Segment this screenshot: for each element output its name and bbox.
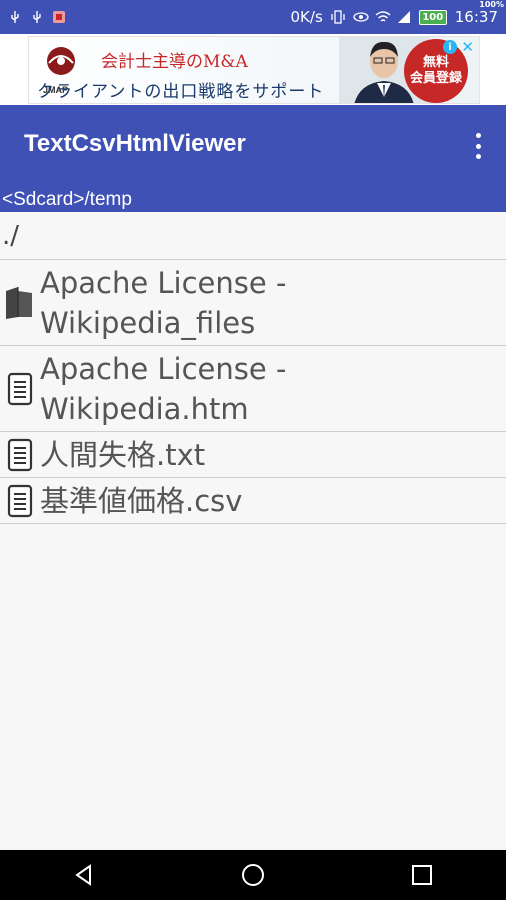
signal-icon xyxy=(397,10,411,24)
file-name-line1: Apache License - xyxy=(40,351,287,386)
status-time: 16:37 xyxy=(454,8,498,26)
app-notification-icon xyxy=(52,10,66,24)
file-row[interactable]: Apache License - Wikipedia_files xyxy=(0,260,506,346)
file-name-line2: Wikipedia.htm xyxy=(40,391,249,426)
system-navigation-bar xyxy=(0,850,506,900)
status-left-icons xyxy=(8,10,66,24)
usb-icon-2 xyxy=(30,10,44,24)
file-row[interactable]: 基準値価格.csv xyxy=(0,478,506,524)
app-toolbar: TextCsvHtmlViewer xyxy=(0,105,506,187)
vibrate-icon xyxy=(331,10,345,24)
document-icon xyxy=(0,481,40,521)
ad-close-icon[interactable]: ✕ xyxy=(461,38,474,56)
ad-badge-line1: 無料 xyxy=(422,55,449,70)
file-list: ./ Apache License - Wikipedia_files Apac… xyxy=(0,212,506,524)
app-title: TextCsvHtmlViewer xyxy=(24,130,246,157)
current-path: <Sdcard>/temp xyxy=(0,187,506,212)
recents-icon[interactable] xyxy=(402,855,442,895)
wifi-icon xyxy=(375,10,391,24)
ad-area: JMAP 会計士主導のM&A クライアントの出口戦略をサポート 無料 会員登録 … xyxy=(0,34,506,105)
battery-icon: 100 xyxy=(418,9,447,25)
home-icon[interactable] xyxy=(233,855,273,895)
file-name: 基準値価格.csv xyxy=(40,483,243,518)
parent-directory-label: ./ xyxy=(2,220,20,251)
folder-icon xyxy=(0,283,40,323)
file-name-line1: Apache License - xyxy=(40,265,287,300)
file-row[interactable]: Apache License - Wikipedia.htm xyxy=(0,346,506,432)
file-name-line2: Wikipedia_files xyxy=(40,305,256,340)
file-name: Apache License - Wikipedia_files xyxy=(40,263,286,343)
ad-subline: クライアントの出口戦略をサポート xyxy=(37,82,325,102)
status-right-icons: 0K/s 100 16:37 xyxy=(291,8,498,26)
file-name: 人間失格.txt xyxy=(40,437,206,472)
eye-icon xyxy=(353,10,369,24)
back-icon[interactable] xyxy=(64,855,104,895)
network-speed: 0K/s xyxy=(290,8,323,26)
usb-icon xyxy=(8,10,22,24)
file-row[interactable]: 人間失格.txt xyxy=(0,432,506,478)
document-icon xyxy=(0,369,40,409)
ad-badge-line2: 会員登録 xyxy=(409,71,462,86)
document-icon xyxy=(0,435,40,475)
ad-banner[interactable]: JMAP 会計士主導のM&A クライアントの出口戦略をサポート 無料 会員登録 … xyxy=(28,36,480,104)
overflow-menu-icon[interactable] xyxy=(474,133,482,159)
ad-info-icon[interactable]: i xyxy=(443,40,457,54)
ad-register-badge[interactable]: 無料 会員登録 xyxy=(404,39,468,103)
battery-percent: 100% xyxy=(479,0,504,9)
status-bar: 0K/s 100 16:37 100% xyxy=(0,0,506,34)
ad-headline: 会計士主導のM&A xyxy=(101,52,248,72)
parent-directory-row[interactable]: ./ xyxy=(0,212,506,260)
file-name: Apache License - Wikipedia.htm xyxy=(40,349,286,429)
